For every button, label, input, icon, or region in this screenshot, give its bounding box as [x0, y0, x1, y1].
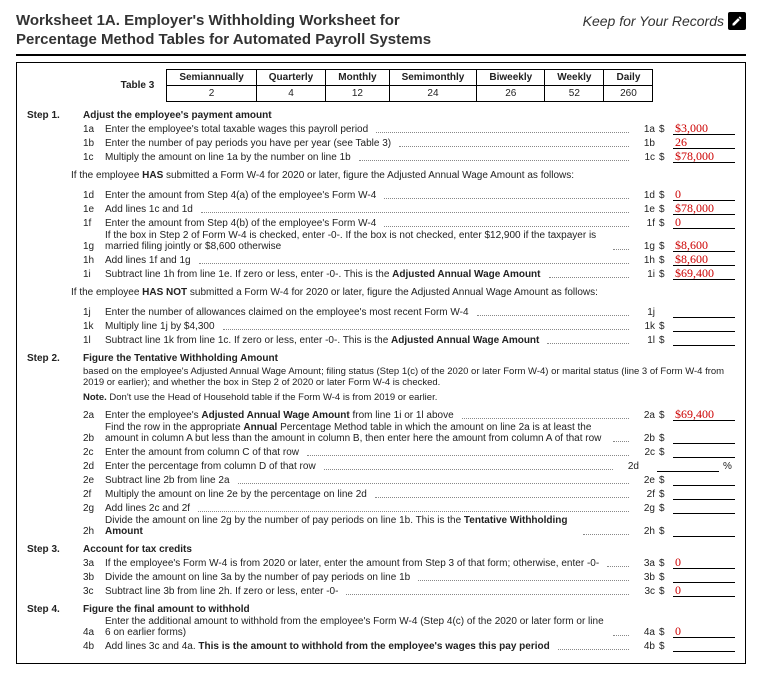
- t3-v2: 12: [326, 85, 389, 101]
- value-2a[interactable]: $69,400: [673, 408, 735, 421]
- value-2e[interactable]: [673, 473, 735, 486]
- step1-label: Step 1.: [27, 110, 71, 164]
- line-1e: 1e Add lines 1c and 1d 1e $ $78,000: [83, 202, 735, 215]
- line-2h: 2h Divide the amount on line 2g by the n…: [83, 515, 735, 537]
- t3-v4: 26: [477, 85, 545, 101]
- line-3b: 3b Divide the amount on line 3a by the n…: [83, 570, 735, 583]
- line-1g: 1g If the box in Step 2 of Form W-4 is c…: [83, 230, 735, 252]
- value-3b[interactable]: [673, 570, 735, 583]
- t3-v0: 2: [167, 85, 256, 101]
- step2-heading: Figure the Tentative Withholding Amount: [83, 353, 735, 364]
- value-1h[interactable]: $8,600: [673, 253, 735, 266]
- table-3-label: Table 3: [109, 69, 167, 101]
- line-2a: 2a Enter the employee's Adjusted Annual …: [83, 408, 735, 421]
- line-4b: 4b Add lines 3c and 4a. This is the amou…: [83, 639, 735, 652]
- line-1c: 1c Multiply the amount on line 1a by the…: [83, 150, 735, 163]
- keep-text: Keep for Your Records: [583, 13, 724, 29]
- step2-note2: Note. Don't use the Head of Household ta…: [83, 392, 735, 403]
- line-1h: 1h Add lines 1f and 1g 1h $ $8,600: [83, 253, 735, 266]
- t3-h1: Quarterly: [256, 69, 325, 85]
- value-2h[interactable]: [673, 524, 735, 537]
- page-title: Worksheet 1A. Employer's Withholding Wor…: [16, 12, 431, 50]
- step2-label: Step 2.: [27, 353, 71, 538]
- title-line-2: Percentage Method Tables for Automated P…: [16, 31, 431, 48]
- step1-has-intro: If the employee HAS submitted a Form W-4…: [71, 170, 735, 181]
- value-1i[interactable]: $69,400: [673, 267, 735, 280]
- worksheet-frame: Table 3 Semiannually Quarterly Monthly S…: [16, 62, 746, 664]
- value-2b[interactable]: [673, 431, 735, 444]
- value-1a[interactable]: $3,000: [673, 122, 735, 135]
- t3-h5: Weekly: [545, 69, 604, 85]
- title-line-1: Worksheet 1A. Employer's Withholding Wor…: [16, 12, 400, 29]
- line-3c: 3c Subtract line 3b from line 2h. If zer…: [83, 584, 735, 597]
- t3-h0: Semiannually: [167, 69, 256, 85]
- t3-h2: Monthly: [326, 69, 389, 85]
- value-1d[interactable]: 0: [673, 188, 735, 201]
- value-1k[interactable]: [673, 319, 735, 332]
- step1-hasnot-intro: If the employee HAS NOT submitted a Form…: [71, 287, 735, 298]
- value-1c[interactable]: $78,000: [673, 150, 735, 163]
- step3-label: Step 3.: [27, 544, 71, 598]
- t3-v6: 260: [604, 85, 653, 101]
- line-2f: 2f Multiply the amount on line 2e by the…: [83, 487, 735, 500]
- table-3: Table 3 Semiannually Quarterly Monthly S…: [109, 69, 654, 102]
- line-4a: 4a Enter the additional amount to withho…: [83, 616, 735, 638]
- line-1a: 1a Enter the employee's total taxable wa…: [83, 122, 735, 135]
- line-1f: 1f Enter the amount from Step 4(b) of th…: [83, 216, 735, 229]
- value-4b[interactable]: [673, 639, 735, 652]
- value-4a[interactable]: 0: [673, 625, 735, 638]
- value-1g[interactable]: $8,600: [673, 239, 735, 252]
- value-2f[interactable]: [673, 487, 735, 500]
- value-1f[interactable]: 0: [673, 216, 735, 229]
- line-1b: 1b Enter the number of pay periods you h…: [83, 136, 735, 149]
- value-2g[interactable]: [673, 501, 735, 514]
- line-2b: 2b Find the row in the appropriate Annua…: [83, 422, 735, 444]
- line-2d: 2d Enter the percentage from column D of…: [83, 459, 735, 472]
- value-1e[interactable]: $78,000: [673, 202, 735, 215]
- line-2c: 2c Enter the amount from column C of tha…: [83, 445, 735, 458]
- line-3a: 3a If the employee's Form W-4 is from 20…: [83, 556, 735, 569]
- step4-heading: Figure the final amount to withhold: [83, 604, 735, 615]
- line-1i: 1i Subtract line 1h from line 1e. If zer…: [83, 267, 735, 280]
- line-2g: 2g Add lines 2c and 2f 2g $: [83, 501, 735, 514]
- value-1b[interactable]: 26: [673, 136, 735, 149]
- value-1j[interactable]: [673, 305, 735, 318]
- pencil-icon: [728, 12, 746, 30]
- value-2c[interactable]: [673, 445, 735, 458]
- line-1d: 1d Enter the amount from Step 4(a) of th…: [83, 188, 735, 201]
- t3-h4: Biweekly: [477, 69, 545, 85]
- step4-label: Step 4.: [27, 604, 71, 653]
- line-1j: 1j Enter the number of allowances claime…: [83, 305, 735, 318]
- line-1l: 1l Subtract line 1k from line 1c. If zer…: [83, 333, 735, 346]
- t3-h3: Semimonthly: [389, 69, 477, 85]
- line-2e: 2e Subtract line 2b from line 2a 2e $: [83, 473, 735, 486]
- step3-heading: Account for tax credits: [83, 544, 735, 555]
- line-1k: 1k Multiply line 1j by $4,300 1k $: [83, 319, 735, 332]
- step1-heading: Adjust the employee's payment amount: [83, 110, 735, 121]
- keep-for-records: Keep for Your Records: [583, 12, 746, 30]
- value-2d[interactable]: [657, 459, 719, 472]
- step2-note1: based on the employee's Adjusted Annual …: [83, 366, 735, 389]
- t3-h6: Daily: [604, 69, 653, 85]
- value-3c[interactable]: 0: [673, 584, 735, 597]
- t3-v5: 52: [545, 85, 604, 101]
- t3-v1: 4: [256, 85, 325, 101]
- value-3a[interactable]: 0: [673, 556, 735, 569]
- t3-v3: 24: [389, 85, 477, 101]
- value-1l[interactable]: [673, 333, 735, 346]
